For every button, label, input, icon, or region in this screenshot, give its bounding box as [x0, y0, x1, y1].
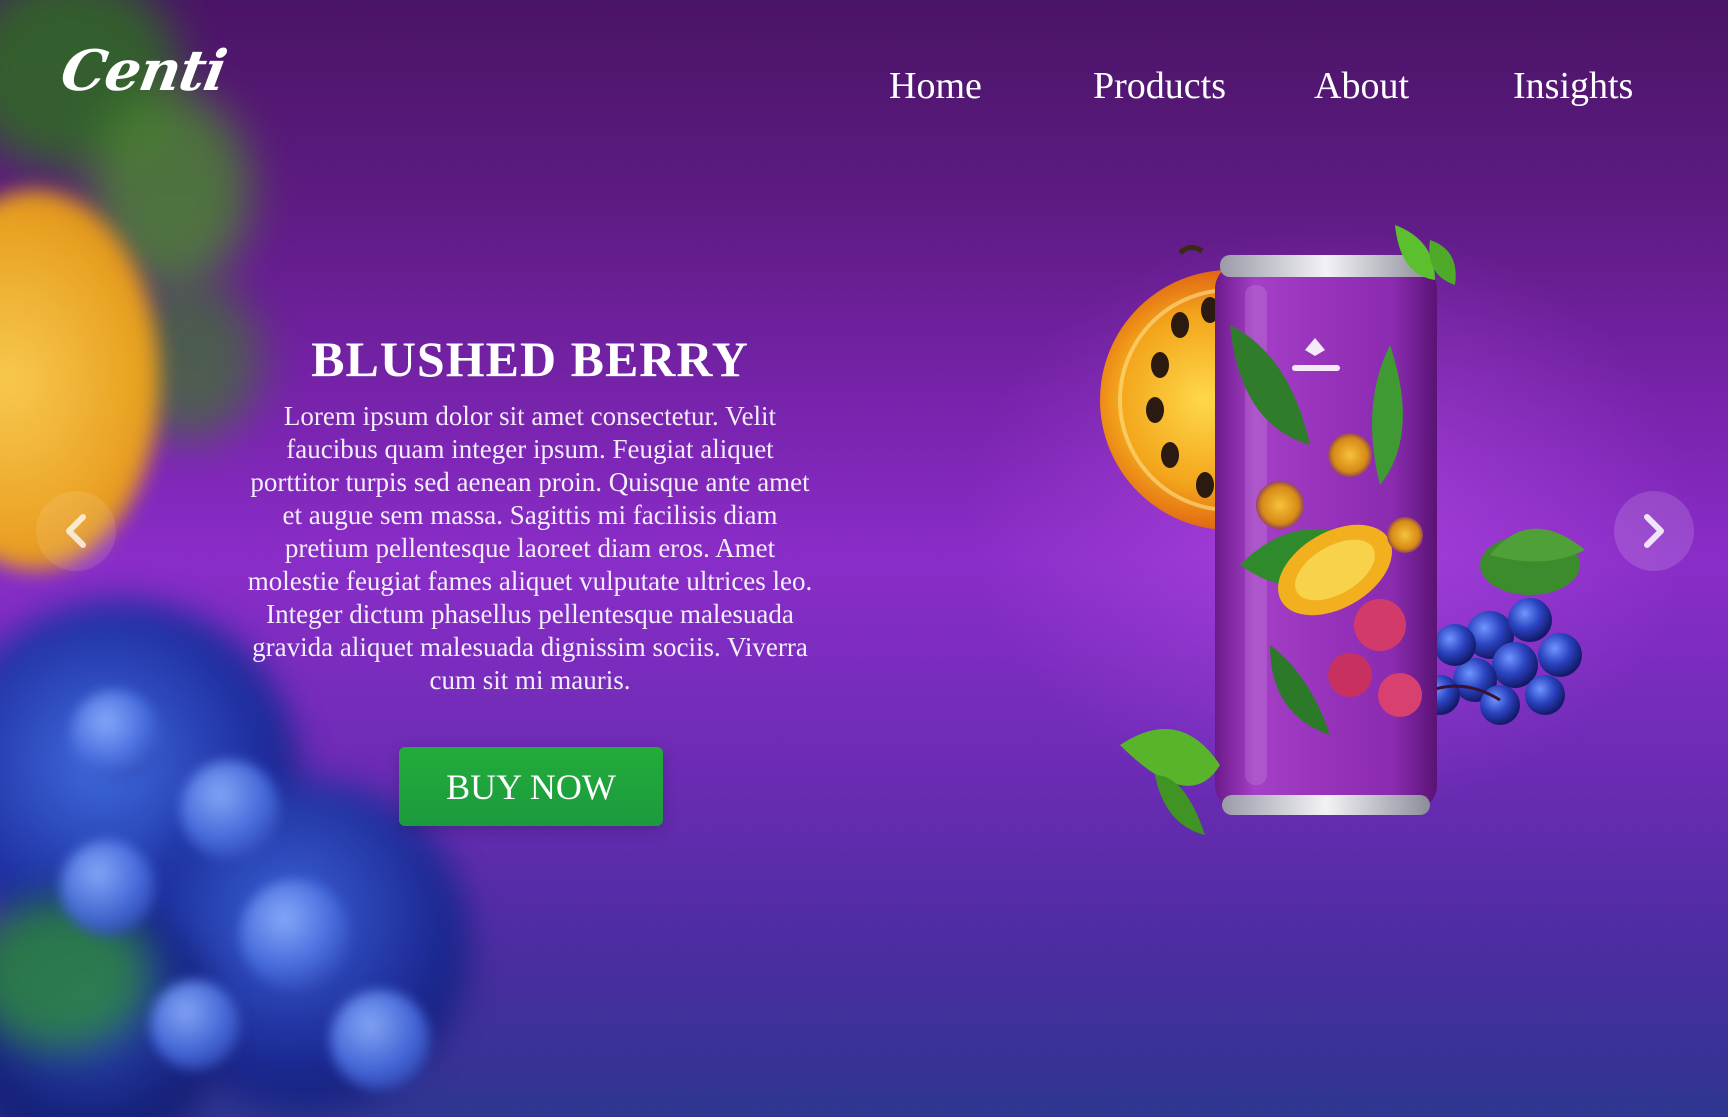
product-can-image [1060, 225, 1620, 855]
carousel-next-button[interactable] [1614, 491, 1694, 571]
hero-description: Lorem ipsum dolor sit amet consectetur. … [247, 401, 813, 695]
hero-copy: BLUSHED BERRY Lorem ipsum dolor sit amet… [230, 330, 830, 697]
chevron-left-icon [66, 514, 86, 548]
main-nav: Home Products About Insights [0, 64, 1728, 114]
carousel-prev-button[interactable] [36, 491, 116, 571]
nav-item-home[interactable]: Home [889, 64, 982, 108]
nav-item-insights[interactable]: Insights [1513, 64, 1633, 108]
nav-item-products[interactable]: Products [1093, 64, 1226, 108]
hero-title: BLUSHED BERRY [311, 331, 749, 387]
buy-now-button[interactable]: BUY NOW [399, 747, 663, 826]
chevron-right-icon [1644, 514, 1664, 548]
nav-item-about[interactable]: About [1314, 64, 1409, 108]
